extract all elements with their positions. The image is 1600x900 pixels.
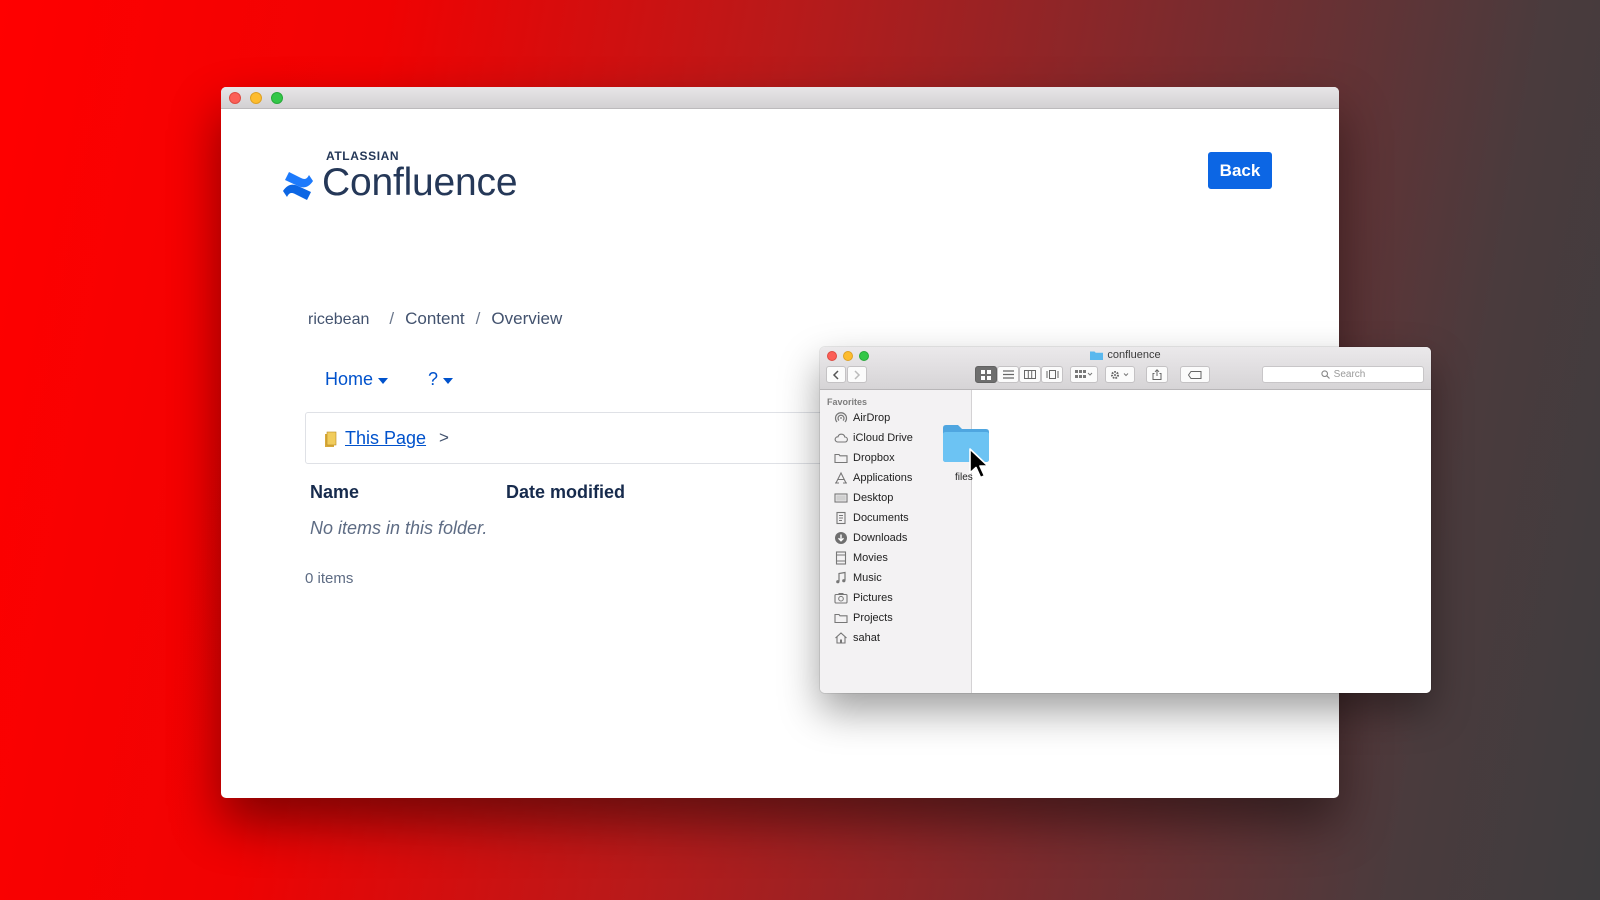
confluence-logo-icon <box>283 172 313 200</box>
gallery-view-icon <box>1046 370 1058 379</box>
browser-titlebar <box>221 87 1339 109</box>
group-icon <box>1075 370 1093 378</box>
nav-row: Home ? <box>325 369 454 390</box>
breadcrumb-separator: / <box>475 309 481 328</box>
grid-view-icon <box>981 369 991 380</box>
sidebar-item-label: Desktop <box>853 492 894 504</box>
sidebar-item-label: iCloud Drive <box>853 432 913 444</box>
back-nav-button[interactable] <box>826 366 846 383</box>
finder-toolbar: confluence Search <box>820 347 1431 390</box>
folder-path-bar: This Page > <box>305 412 865 464</box>
tag-icon <box>1188 370 1202 379</box>
downloads-icon <box>835 532 847 544</box>
sidebar-item-desktop[interactable]: Desktop <box>834 489 893 507</box>
name-column-header[interactable]: Name <box>310 482 359 503</box>
folder-icon <box>834 453 848 464</box>
close-window-button[interactable] <box>229 92 241 104</box>
sidebar-item-label: Documents <box>853 512 909 524</box>
mouse-cursor-icon <box>969 448 989 479</box>
column-view-button[interactable] <box>1019 366 1041 383</box>
minimize-window-button[interactable] <box>250 92 262 104</box>
caret-down-icon <box>443 377 454 384</box>
sidebar-item-movies[interactable]: Movies <box>834 549 888 567</box>
gallery-view-button[interactable] <box>1041 366 1063 383</box>
finder-search-field[interactable]: Search <box>1262 366 1424 383</box>
this-page-link[interactable]: This Page <box>345 428 426 449</box>
list-view-icon <box>1002 370 1014 379</box>
chevron-left-icon <box>832 369 839 380</box>
empty-folder-message: No items in this folder. <box>310 518 488 538</box>
finder-title: confluence <box>820 349 1431 361</box>
column-view-icon <box>1024 370 1036 379</box>
item-count: 0 items <box>305 570 354 587</box>
sidebar-item-label: Downloads <box>853 532 908 544</box>
gear-icon <box>1111 370 1129 379</box>
home-dropdown[interactable]: Home <box>325 369 389 390</box>
sidebar-item-label: Projects <box>853 612 893 624</box>
applications-icon <box>835 471 847 484</box>
breadcrumb-space[interactable]: ricebean <box>308 311 369 329</box>
movies-icon <box>835 551 847 565</box>
finder-content-area[interactable] <box>973 390 1431 693</box>
breadcrumb: ricebean / Content / Overview <box>308 309 562 329</box>
documents-icon <box>836 511 846 525</box>
sidebar-item-projects[interactable]: Projects <box>834 609 893 627</box>
sidebar-item-music[interactable]: Music <box>834 569 882 587</box>
help-dropdown[interactable]: ? <box>428 369 454 390</box>
breadcrumb-overview[interactable]: Overview <box>491 309 562 329</box>
breadcrumb-separator: / <box>389 309 395 328</box>
search-icon <box>1321 370 1330 379</box>
sidebar-item-label: Applications <box>853 472 913 484</box>
confluence-logo[interactable]: ATLASSIAN Confluence <box>281 147 541 207</box>
caret-down-icon <box>378 377 389 384</box>
desktop-icon <box>834 493 848 503</box>
favorites-heading: Favorites <box>827 397 868 407</box>
sidebar-item-icloud-drive[interactable]: iCloud Drive <box>834 429 913 447</box>
sidebar-item-dropbox[interactable]: Dropbox <box>834 449 895 467</box>
home-dropdown-label: Home <box>325 369 374 389</box>
sidebar-item-label: Pictures <box>853 592 893 604</box>
sidebar-item-applications[interactable]: Applications <box>834 469 912 487</box>
folder-icon <box>1090 351 1104 360</box>
page-tree-icon <box>325 431 337 447</box>
share-button[interactable] <box>1146 366 1168 383</box>
sidebar-item-label: Music <box>853 572 882 584</box>
back-button[interactable]: Back <box>1208 152 1272 189</box>
action-menu-button[interactable] <box>1105 366 1135 383</box>
airdrop-icon <box>834 412 848 423</box>
group-by-button[interactable] <box>1070 366 1098 383</box>
chevron-right-icon <box>854 369 861 380</box>
sidebar-item-home[interactable]: sahat <box>834 629 880 647</box>
sidebar-item-documents[interactable]: Documents <box>834 509 909 527</box>
home-icon <box>835 632 847 644</box>
zoom-window-button[interactable] <box>271 92 283 104</box>
pictures-icon <box>834 593 848 604</box>
sidebar-item-label: Dropbox <box>853 452 895 464</box>
sidebar-item-downloads[interactable]: Downloads <box>834 529 907 547</box>
share-icon <box>1152 369 1162 380</box>
folder-icon <box>834 613 848 624</box>
sidebar-item-pictures[interactable]: Pictures <box>834 589 893 607</box>
finder-window: confluence Search Favorites AirDrop iClo… <box>820 347 1431 693</box>
help-dropdown-label: ? <box>428 369 439 389</box>
search-placeholder: Search <box>1333 369 1366 380</box>
forward-nav-button[interactable] <box>847 366 867 383</box>
path-chevron: > <box>439 428 449 447</box>
tags-button[interactable] <box>1180 366 1210 383</box>
finder-title-text: confluence <box>1107 349 1161 361</box>
breadcrumb-content[interactable]: Content <box>405 309 465 329</box>
icon-view-button[interactable] <box>975 366 997 383</box>
list-view-button[interactable] <box>997 366 1019 383</box>
sidebar-item-airdrop[interactable]: AirDrop <box>834 409 890 427</box>
cloud-icon <box>834 433 848 443</box>
date-modified-column-header[interactable]: Date modified <box>506 482 625 503</box>
sidebar-item-label: AirDrop <box>853 412 891 424</box>
confluence-wordmark: Confluence <box>322 161 518 204</box>
sidebar-item-label: sahat <box>853 632 880 644</box>
music-icon <box>836 571 846 584</box>
sidebar-item-label: Movies <box>853 552 888 564</box>
